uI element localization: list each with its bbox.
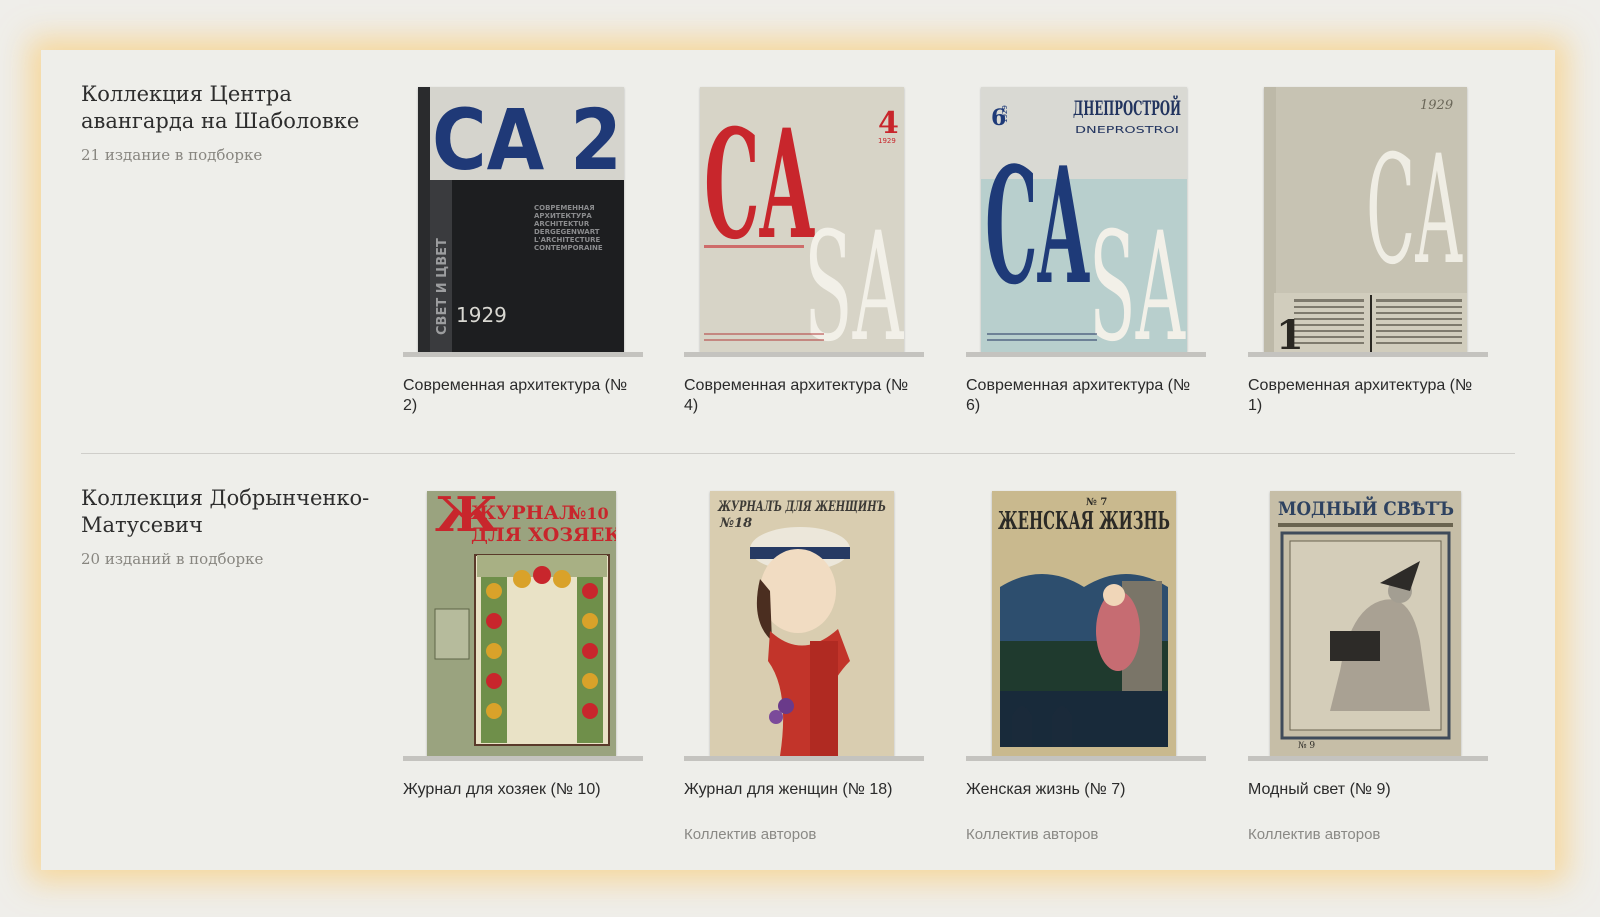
svg-text:L'ARCHITECTURE: L'ARCHITECTURE [534,236,601,244]
svg-text:ЖУРНАЛЪ ДЛЯ ЖЕНЩИНЪ: ЖУРНАЛЪ ДЛЯ ЖЕНЩИНЪ [717,499,886,515]
cover-logo-text: CA [1366,124,1463,298]
shelf-bar [684,352,924,357]
svg-text:SA: SA [804,201,904,352]
shelf-bar [1248,352,1488,357]
collections-panel: Коллекция Центра авангарда на Шаболовке … [41,50,1555,870]
svg-text:СОВРЕМЕННАЯ: СОВРЕМЕННАЯ [534,204,595,212]
svg-text:1929: 1929 [878,137,896,145]
svg-text:ЖУРНАЛ: ЖУРНАЛ [471,502,576,524]
cover-image[interactable]: CA SA 4 1929 [700,87,904,352]
publication-title[interactable]: Женская жизнь (№ 7) [966,780,1206,800]
publication-author[interactable]: Коллектив авторов [1248,826,1488,843]
publication-title[interactable]: Журнал для хозяек (№ 10) [403,780,643,800]
cover-image[interactable]: МОДНЫЙ СВѢТЪ № 9 [1270,491,1461,756]
cover-image[interactable]: ДНЕПРОСТРОЙ DNEPROSTROI CA SA 6 1929 [981,87,1187,352]
publication-title[interactable]: Современная архитектура (№ 1) [1248,376,1488,416]
shelf-bar [403,756,643,761]
svg-text:ЖЕНСКАЯ ЖИЗНЬ: ЖЕНСКАЯ ЖИЗНЬ [998,506,1170,535]
svg-text:№18: №18 [719,516,752,531]
cover-area[interactable]: ДНЕПРОСТРОЙ DNEPROSTROI CA SA 6 1929 [966,80,1206,352]
cover-image[interactable]: CA 1929 1 [1264,87,1467,352]
publication-title[interactable]: Современная архитектура (№ 6) [966,376,1206,416]
svg-text:DNEPROSTROI: DNEPROSTROI [1075,125,1179,136]
svg-text:1929: 1929 [1001,105,1009,123]
svg-text:АРХИТЕКТУРА: АРХИТЕКТУРА [534,212,592,220]
svg-text:SA: SA [1089,201,1186,352]
cover-area[interactable]: МОДНЫЙ СВѢТЪ № 9 [1248,484,1488,756]
svg-text:№10: №10 [569,504,609,523]
shelf-bar [966,756,1206,761]
cover-image[interactable]: Ж ЖУРНАЛ ДЛЯ ХОЗЯЕК №10 [427,491,616,756]
cover-area[interactable]: № 7 ЖЕНСКАЯ ЖИЗНЬ [966,484,1206,756]
publication-title[interactable]: Современная архитектура (№ 2) [403,376,643,416]
cover-image[interactable]: CA 2 СОВРЕМЕННАЯ АРХИТЕКТУРА ARCHITEKTUR… [418,87,624,352]
cover-image[interactable]: ЖУРНАЛЪ ДЛЯ ЖЕНЩИНЪ №18 [710,491,894,756]
collection-title[interactable]: Коллекция Центра авангарда на Шаболовке [81,81,401,135]
publication-author[interactable]: Коллектив авторов [966,826,1206,843]
svg-text:1929: 1929 [1420,98,1453,113]
svg-text:СВЕТ И ЦВЕТ: СВЕТ И ЦВЕТ [435,238,450,335]
publication-author[interactable]: Коллектив авторов [684,826,924,843]
shelf-bar [966,352,1206,357]
cover-area[interactable]: CA 1929 1 [1248,80,1488,352]
shelf-bar [684,756,924,761]
shelf-bar [1248,756,1488,761]
cover-area[interactable]: CA SA 4 1929 [684,80,924,352]
collection-section-shabolovka: Коллекция Центра авангарда на Шаболовке … [41,50,1555,454]
publication-title[interactable]: Современная архитектура (№ 4) [684,376,924,416]
svg-text:№ 9: № 9 [1298,741,1315,751]
svg-text:1: 1 [1276,312,1304,352]
svg-text:CONTEMPORAINE: CONTEMPORAINE [534,244,603,252]
svg-text:DERGEGENWART: DERGEGENWART [534,228,600,236]
publication-title[interactable]: Модный свет (№ 9) [1248,780,1488,800]
publication-title[interactable]: Журнал для женщин (№ 18) [684,780,924,800]
svg-text:ДНЕПРОСТРОЙ: ДНЕПРОСТРОЙ [1073,94,1181,120]
cover-area[interactable]: Ж ЖУРНАЛ ДЛЯ ХОЗЯЕК №10 [403,484,643,756]
collection-section-dobrynchenko: Коллекция Добрынченко-Матусевич 20 издан… [41,454,1555,870]
svg-text:4: 4 [878,106,899,141]
collection-title[interactable]: Коллекция Добрынченко-Матусевич [81,485,401,539]
collection-count: 21 издание в подборке [81,146,263,164]
cover-area[interactable]: ЖУРНАЛЪ ДЛЯ ЖЕНЩИНЪ №18 [684,484,924,756]
collection-count: 20 изданий в подборке [81,550,264,568]
cover-area[interactable]: CA 2 СОВРЕМЕННАЯ АРХИТЕКТУРА ARCHITEKTUR… [403,80,643,352]
svg-text:ДЛЯ ХОЗЯЕК: ДЛЯ ХОЗЯЕК [471,524,616,546]
cover-image[interactable]: № 7 ЖЕНСКАЯ ЖИЗНЬ [992,491,1176,756]
shelf-bar [403,352,643,357]
svg-text:МОДНЫЙ СВѢТЪ: МОДНЫЙ СВѢТЪ [1278,496,1454,520]
svg-text:ARCHITEKTUR: ARCHITEKTUR [534,220,590,228]
svg-text:1929: 1929 [456,303,507,327]
cover-logo-text: CA 2 [432,91,622,189]
cover-logo-text: CA [985,132,1090,320]
